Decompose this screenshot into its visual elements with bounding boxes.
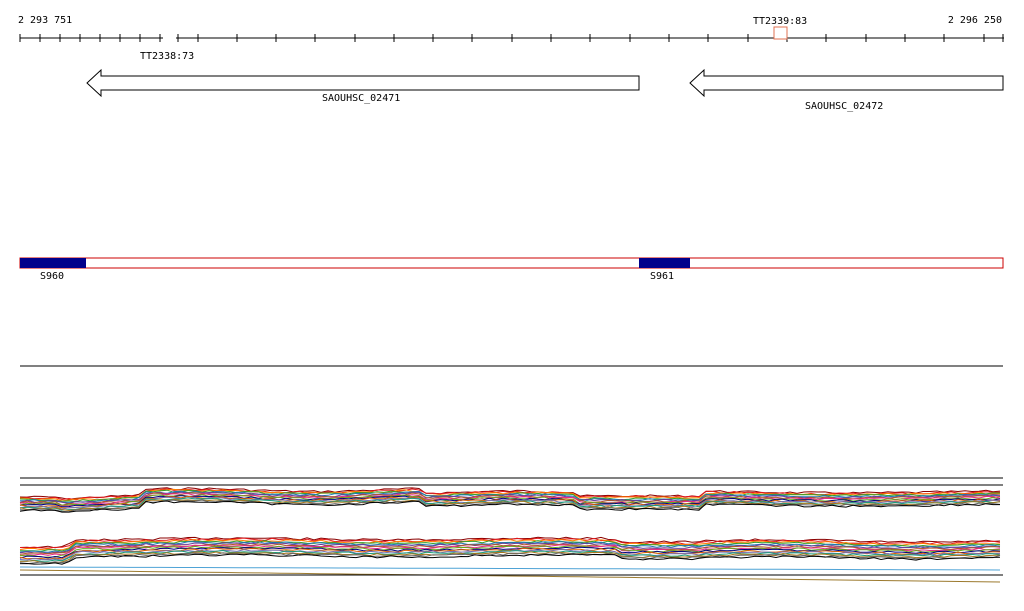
gene-label: SAOUHSC_02472 — [805, 101, 883, 112]
terminator-label: TT2339:83 — [753, 16, 807, 27]
segment-s961[interactable]: S961 — [639, 258, 690, 282]
terminator-tt2338[interactable]: TT2338:73 — [140, 33, 194, 62]
segment-label: S961 — [650, 271, 674, 282]
genome-browser: 2 293 751 2 296 250 TT2338:73 TT2339:83 … — [18, 15, 1004, 583]
segment-label: S960 — [40, 271, 64, 282]
terminator-box — [773, 26, 788, 40]
ruler-end-label: 2 296 250 — [948, 15, 1002, 26]
segment-block — [20, 258, 86, 268]
segment-s960[interactable]: S960 — [20, 258, 86, 282]
ruler-start-label: 2 293 751 — [18, 15, 72, 26]
gene-saouhsc-02472[interactable]: SAOUHSC_02472 — [689, 68, 1004, 112]
expression-track-upper — [19, 487, 1001, 513]
gene-arrow — [689, 68, 1004, 98]
segment-track: S960 S961 — [19, 257, 1004, 282]
segment-block — [639, 258, 690, 268]
gene-label: SAOUHSC_02471 — [322, 93, 400, 104]
terminator-label: TT2338:73 — [140, 51, 194, 62]
terminator-tt2339[interactable]: TT2339:83 — [753, 16, 807, 40]
gene-saouhsc-02471[interactable]: SAOUHSC_02471 — [86, 68, 640, 104]
segment-track-outline — [19, 257, 1004, 269]
expression-series-line — [19, 566, 1001, 571]
coordinate-ruler: 2 293 751 2 296 250 — [18, 15, 1004, 42]
expression-series-line — [19, 569, 1001, 583]
